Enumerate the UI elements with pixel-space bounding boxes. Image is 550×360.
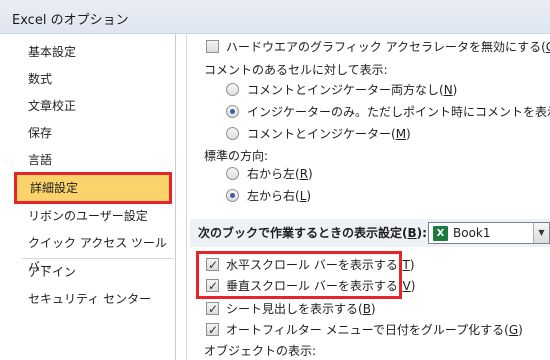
direction-rtl-radio[interactable] <box>226 167 239 180</box>
book-select[interactable]: X Book1 ▼ <box>428 222 550 244</box>
content-divider <box>186 34 187 360</box>
options-sidebar: 基本設定 数式 文章校正 保存 言語 詳細設定 リボンのユーザー設定 クイック … <box>4 34 176 360</box>
direction-option-rtl[interactable]: 右から左(R) <box>226 164 313 184</box>
scrollbar-options-highlight <box>196 251 402 299</box>
sidebar-item-language[interactable]: 言語 <box>14 148 170 172</box>
book-section-label: 次のブックで作業するときの表示設定(B): <box>198 226 427 240</box>
sheet-tabs-checkbox[interactable] <box>206 299 219 319</box>
object-display-heading: オブジェクトの表示: <box>204 344 317 358</box>
direction-ltr-radio[interactable] <box>226 189 239 202</box>
group-dates-checkbox[interactable] <box>206 320 219 340</box>
sidebar-item-trust-center[interactable]: セキュリティ センター <box>14 287 170 311</box>
sidebar-item-formulas[interactable]: 数式 <box>14 67 170 91</box>
sidebar-item-proofing[interactable]: 文章校正 <box>14 94 170 118</box>
excel-options-window: Excel のオプション 基本設定 数式 文章校正 保存 言語 詳細設定 リボン… <box>0 0 550 360</box>
hw-accel-checkbox[interactable] <box>206 40 219 53</box>
sidebar-item-basic[interactable]: 基本設定 <box>14 40 170 64</box>
comments-heading: コメントのあるセルに対して表示: <box>204 63 388 77</box>
comment-option-indicator-only[interactable]: インジケーターのみ。ただしポイント時にコメントを表示(I) <box>226 102 550 122</box>
sidebar-item-save[interactable]: 保存 <box>14 121 170 145</box>
sidebar-item-addins[interactable]: アドイン <box>14 260 170 284</box>
group-dates-autofilter-option[interactable]: オートフィルター メニューで日付をグループ化する(G) <box>206 320 523 340</box>
comment-option-none[interactable]: コメントとインジケーター両方なし(N) <box>226 80 457 100</box>
title-bar: Excel のオプション <box>0 0 550 34</box>
sidebar-divider <box>22 258 174 259</box>
window-title: Excel のオプション <box>12 13 129 28</box>
sidebar-item-customize-ribbon[interactable]: リボンのユーザー設定 <box>14 204 170 228</box>
hw-accel-option[interactable]: ハードウエアのグラフィック アクセラレータを無効にする(G) <box>206 37 550 57</box>
comment-indicator-radio[interactable] <box>226 105 239 118</box>
sidebar-item-quick-access-toolbar[interactable]: クイック アクセス ツール バー <box>14 231 170 274</box>
sidebar-item-advanced[interactable]: 詳細設定 <box>14 172 172 204</box>
show-sheet-tabs-option[interactable]: シート見出しを表示する(B) <box>206 299 376 319</box>
direction-heading: 標準の方向: <box>204 149 269 163</box>
comment-option-both[interactable]: コメントとインジケーター(M) <box>226 124 411 144</box>
chevron-down-icon[interactable]: ▼ <box>533 223 549 243</box>
book-select-value: Book1 <box>453 226 491 240</box>
comment-none-radio[interactable] <box>226 83 239 96</box>
comment-both-radio[interactable] <box>226 127 239 140</box>
excel-icon: X <box>433 226 448 241</box>
direction-option-ltr[interactable]: 左から右(L) <box>226 186 311 206</box>
